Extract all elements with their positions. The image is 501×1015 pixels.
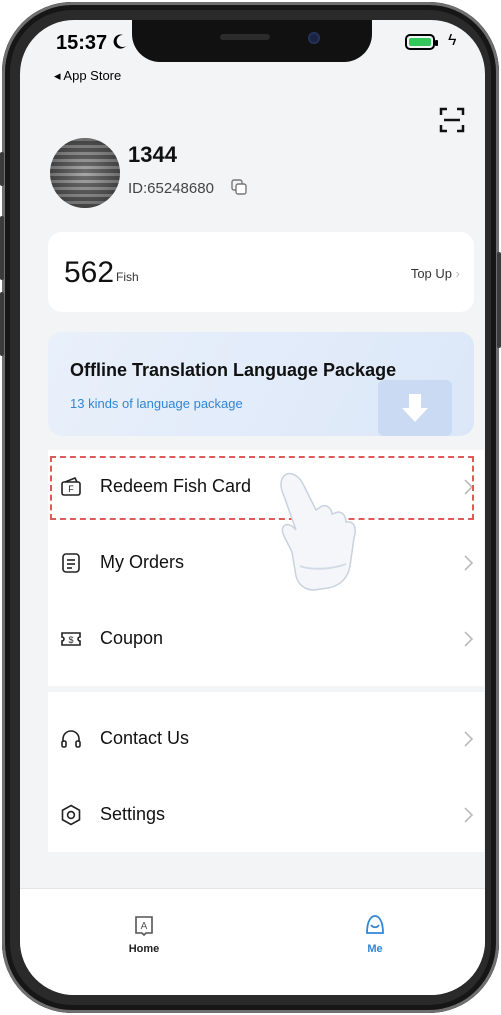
- home-icon: A: [135, 916, 153, 937]
- tab-home[interactable]: A Home: [114, 913, 174, 955]
- front-camera: [308, 32, 320, 44]
- fish-amount: 562: [64, 256, 115, 289]
- menu-label-orders: My Orders: [100, 552, 185, 572]
- fish-unit: Fish: [116, 270, 139, 284]
- coupon-icon: $: [61, 632, 81, 646]
- menu-label-contact: Contact Us: [100, 728, 190, 748]
- tab-bar: A Home Me: [20, 888, 485, 995]
- headset-icon: [61, 730, 81, 748]
- svg-text:A: A: [141, 921, 148, 932]
- offline-package-subtitle: 13 kinds of language package: [70, 396, 243, 411]
- scan-icon[interactable]: [438, 106, 466, 134]
- menu-group-support: Contact Us Settings: [48, 692, 484, 852]
- menu-item-settings[interactable]: Settings: [48, 778, 484, 854]
- chevron-right-icon: [464, 807, 474, 823]
- chevron-right-icon: [464, 631, 474, 647]
- mute-switch: [0, 152, 4, 186]
- profile-icon: [366, 915, 384, 934]
- chevron-right-icon: ›: [455, 266, 460, 281]
- power-button: [497, 252, 501, 348]
- menu-item-coupon[interactable]: $ Coupon: [48, 602, 484, 678]
- tab-label-me: Me: [367, 943, 383, 955]
- moon-icon: [113, 34, 126, 49]
- tab-label-home: Home: [128, 943, 160, 955]
- screen: 15:37 ◂ App Store ϟ 1344 ID:65248680 562…: [20, 20, 485, 995]
- chevron-right-icon: [464, 555, 474, 571]
- tab-me[interactable]: Me: [345, 913, 405, 955]
- volume-down-button: [0, 292, 4, 356]
- charging-icon: ϟ: [448, 32, 457, 49]
- svg-text:$: $: [68, 635, 73, 645]
- menu-label-settings: Settings: [100, 804, 166, 824]
- speaker: [220, 34, 270, 40]
- chevron-right-icon: [464, 731, 474, 747]
- offline-package-title: Offline Translation Language Package: [70, 360, 397, 380]
- menu-label-coupon: Coupon: [100, 628, 164, 648]
- avatar[interactable]: [50, 138, 120, 208]
- user-id: ID:65248680: [128, 180, 214, 197]
- top-up-link[interactable]: Top Up ›: [411, 266, 460, 281]
- download-icon: [378, 380, 452, 436]
- copy-icon[interactable]: [230, 178, 248, 196]
- menu-item-contact-us[interactable]: Contact Us: [48, 702, 484, 778]
- phone-frame: 15:37 ◂ App Store ϟ 1344 ID:65248680 562…: [0, 2, 501, 1013]
- notch: [132, 20, 372, 62]
- tutorial-highlight: [50, 456, 474, 520]
- offline-package-banner[interactable]: Offline Translation Language Package 13 …: [48, 332, 474, 436]
- orders-icon: [62, 553, 80, 573]
- settings-icon: [61, 804, 81, 826]
- volume-up-button: [0, 216, 4, 280]
- back-to-app-store[interactable]: ◂ App Store: [54, 68, 121, 84]
- battery-icon: [405, 34, 438, 50]
- username: 1344: [128, 142, 177, 167]
- fish-balance-card: 562 Fish Top Up ›: [48, 232, 474, 312]
- pointing-hand-icon: [280, 472, 356, 591]
- status-time: 15:37: [56, 32, 127, 55]
- menu-item-my-orders[interactable]: My Orders: [48, 526, 484, 602]
